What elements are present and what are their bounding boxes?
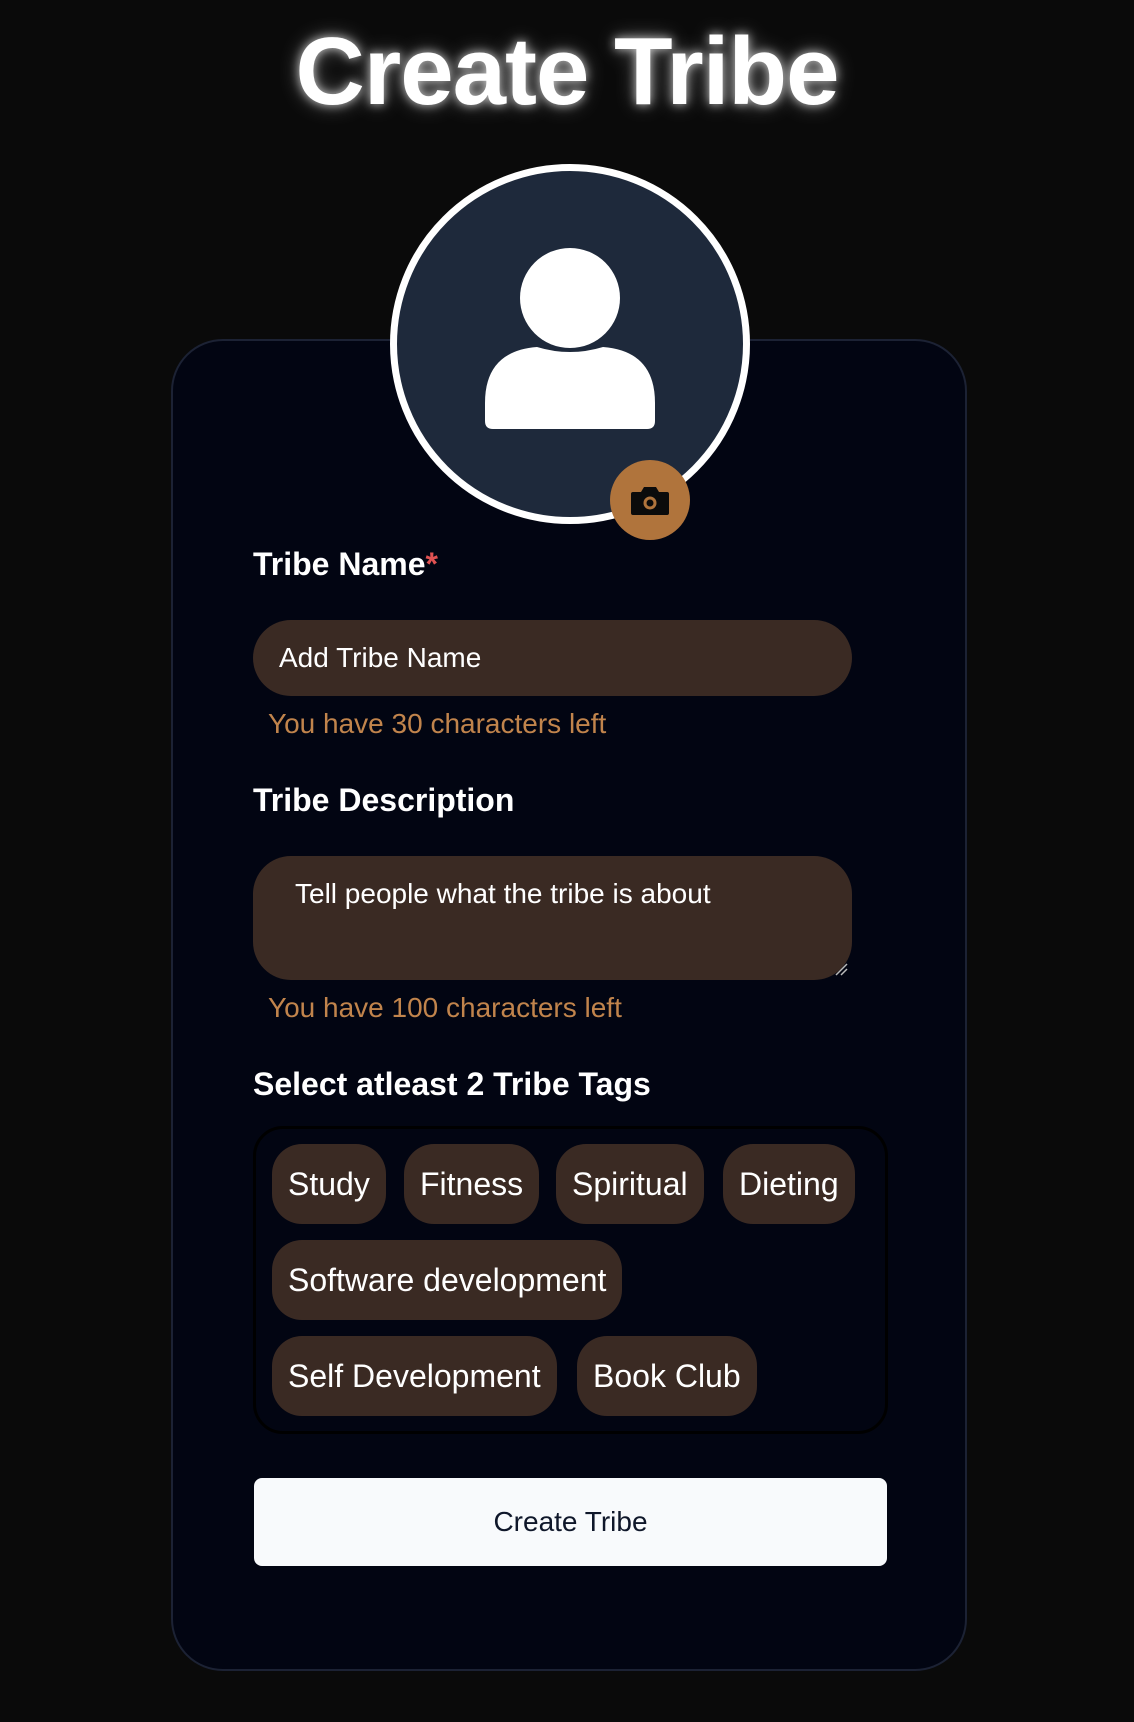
tribe-tags-label: Select atleast 2 Tribe Tags (253, 1066, 651, 1102)
resize-handle-icon[interactable] (834, 962, 848, 976)
tribe-avatar[interactable] (390, 164, 750, 540)
tag-software-development[interactable]: Software development (272, 1240, 623, 1320)
tribe-description-label: Tribe Description (253, 782, 515, 818)
tag-self-development[interactable]: Self Development (272, 1336, 557, 1416)
page-title: Create Tribe (295, 18, 840, 125)
tag-study[interactable]: Study (272, 1144, 386, 1224)
required-asterisk: * (425, 546, 438, 582)
tag-spiritual[interactable]: Spiritual (556, 1144, 704, 1224)
user-silhouette-icon (485, 248, 655, 429)
tribe-description-char-counter: You have 100 characters left (268, 992, 622, 1023)
tribe-description-textarea[interactable] (253, 856, 852, 980)
upload-photo-button[interactable] (610, 460, 690, 540)
tag-dieting[interactable]: Dieting (723, 1144, 855, 1224)
tribe-name-input[interactable] (253, 620, 852, 696)
tag-book-club[interactable]: Book Club (577, 1336, 757, 1416)
tribe-name-char-counter: You have 30 characters left (268, 708, 607, 739)
create-tribe-button[interactable]: Create Tribe (254, 1478, 887, 1566)
tribe-name-label-text: Tribe Name (253, 546, 426, 582)
camera-icon (631, 487, 669, 515)
tribe-name-label: Tribe Name* (253, 546, 438, 583)
avatar-circle[interactable] (390, 164, 750, 524)
tag-fitness[interactable]: Fitness (404, 1144, 540, 1224)
